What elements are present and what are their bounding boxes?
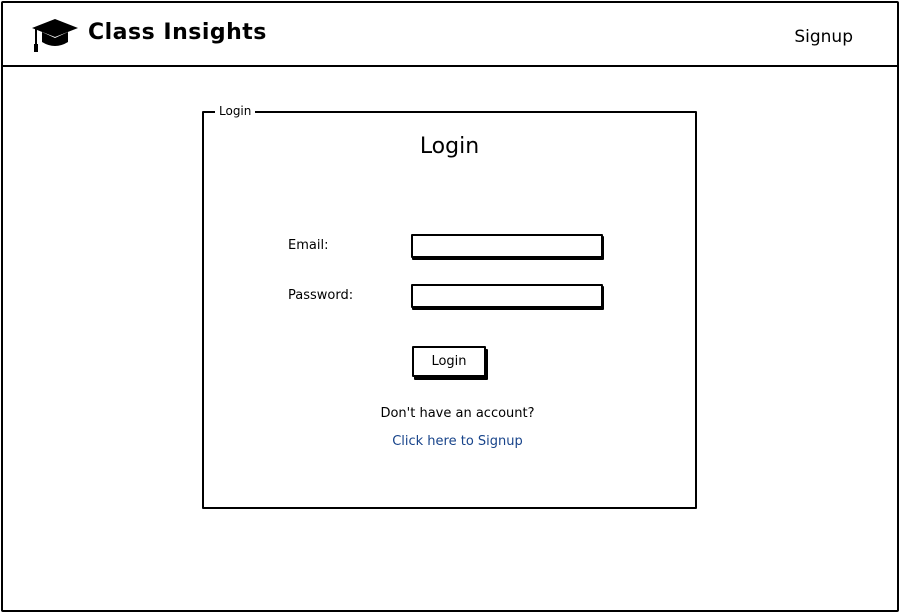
password-input[interactable] [411, 284, 603, 308]
login-fieldset: Login Login Email: Password: Login Don't… [202, 103, 697, 509]
email-label: Email: [288, 238, 329, 253]
fieldset-legend: Login [215, 103, 256, 119]
password-label: Password: [288, 288, 354, 303]
email-input[interactable] [411, 234, 603, 258]
graduation-cap-icon [31, 17, 79, 55]
signup-here-link[interactable]: Click here to Signup [204, 434, 695, 449]
header-signup-link[interactable]: Signup [794, 27, 853, 47]
app-title: Class Insights [88, 20, 267, 45]
login-title: Login [419, 134, 480, 159]
header-bar: Class Insights Signup [1, 1, 899, 67]
no-account-text: Don't have an account? [380, 406, 535, 421]
login-button[interactable]: Login [412, 346, 486, 377]
